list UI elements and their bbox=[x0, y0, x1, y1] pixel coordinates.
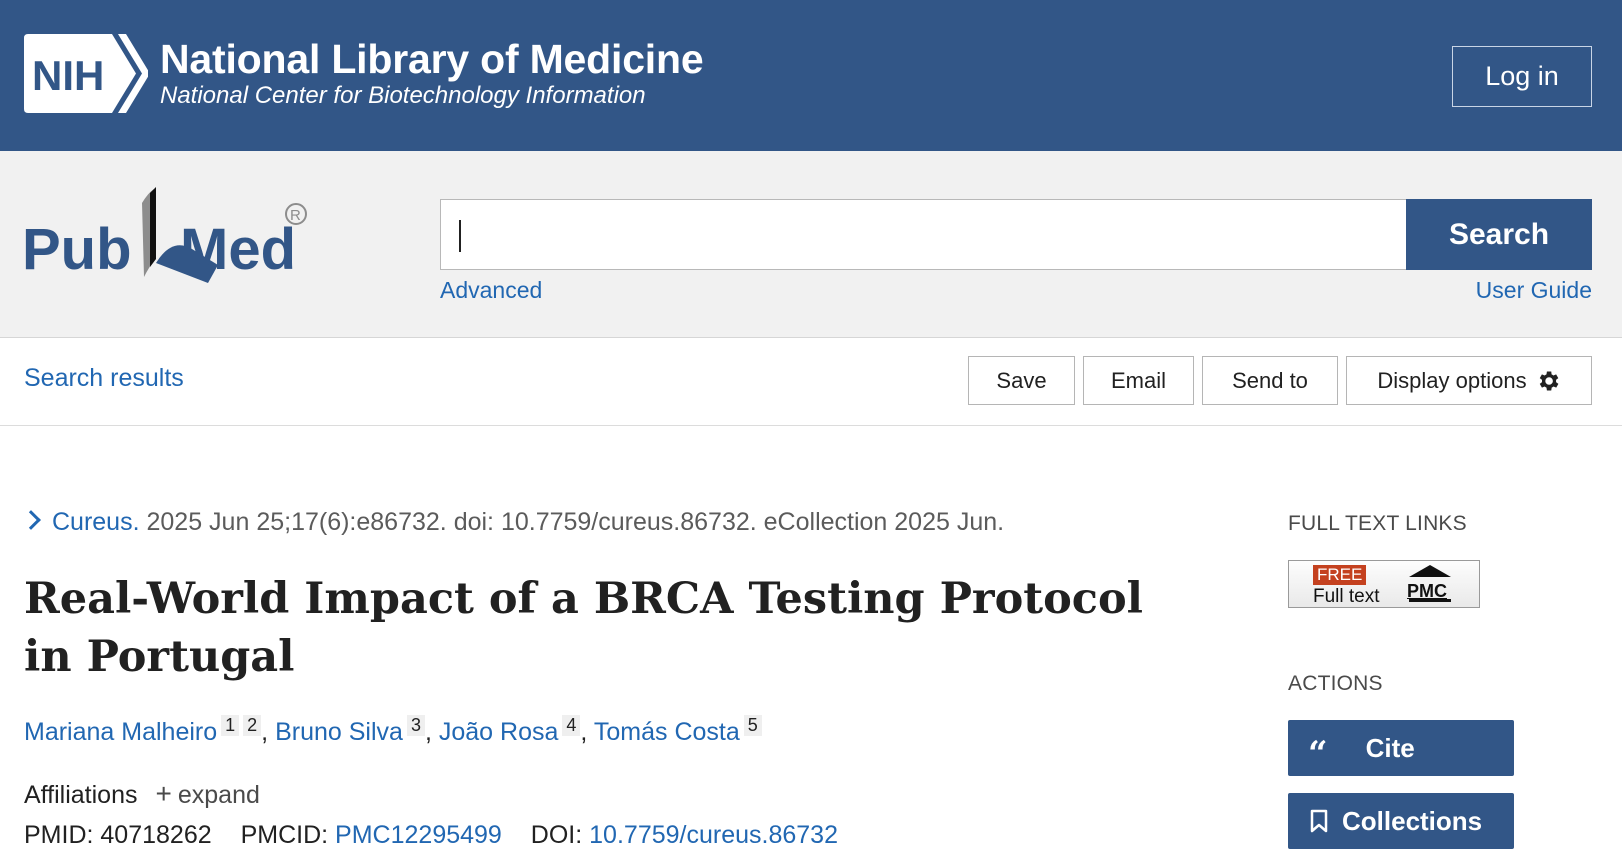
pmcid-link[interactable]: PMC12295499 bbox=[335, 821, 502, 849]
advanced-search-link[interactable]: Advanced bbox=[440, 277, 542, 304]
identifiers-row: PMID: 40718262 PMCID: PMC12295499 DOI: 1… bbox=[24, 821, 838, 850]
affiliation-ref[interactable]: 2 bbox=[243, 715, 262, 736]
text-caret bbox=[459, 220, 461, 252]
email-button[interactable]: Email bbox=[1083, 356, 1194, 405]
author-link[interactable]: Mariana Malheiro bbox=[24, 718, 217, 746]
affiliation-ref[interactable]: 4 bbox=[562, 715, 581, 736]
affiliation-ref[interactable]: 3 bbox=[406, 715, 425, 736]
doi-label: DOI: bbox=[530, 821, 583, 849]
pubmed-logo[interactable]: Pub Med R bbox=[22, 187, 317, 291]
save-button[interactable]: Save bbox=[968, 356, 1075, 405]
affiliations-row: Affiliations + expand bbox=[24, 778, 260, 810]
chevron-right-icon[interactable] bbox=[21, 510, 41, 530]
pmc-full-text-link[interactable]: FREE Full text PMC bbox=[1288, 560, 1480, 608]
free-tag: FREE bbox=[1313, 565, 1367, 585]
doi-link[interactable]: 10.7759/cureus.86732 bbox=[589, 821, 838, 849]
bookmark-icon bbox=[1310, 809, 1328, 833]
ncbi-subtitle[interactable]: National Center for Biotechnology Inform… bbox=[160, 82, 646, 110]
display-options-label: Display options bbox=[1377, 367, 1527, 393]
plus-icon[interactable]: + bbox=[156, 778, 172, 809]
search-input[interactable] bbox=[440, 199, 1406, 270]
journal-link[interactable]: Cureus. bbox=[52, 508, 140, 536]
login-button[interactable]: Log in bbox=[1452, 46, 1592, 107]
nlm-title[interactable]: National Library of Medicine bbox=[160, 36, 704, 83]
pmid-label: PMID: bbox=[24, 821, 94, 849]
svg-text:Med: Med bbox=[180, 217, 296, 282]
full-text-links-heading: FULL TEXT LINKS bbox=[1288, 512, 1467, 535]
citation-details: 2025 Jun 25;17(6):e86732. doi: 10.7759/c… bbox=[146, 508, 1005, 536]
actions-heading: ACTIONS bbox=[1288, 672, 1383, 695]
author-list: Mariana Malheiro 1 2, Bruno Silva 3, João R… bbox=[24, 715, 762, 747]
author-link[interactable]: João Rosa bbox=[439, 718, 559, 746]
cite-label: Cite bbox=[1365, 732, 1415, 763]
author-link[interactable]: Bruno Silva bbox=[275, 718, 403, 746]
send-to-button[interactable]: Send to bbox=[1202, 356, 1338, 405]
author-link[interactable]: Tomás Costa bbox=[594, 718, 740, 746]
affiliation-ref[interactable]: 1 bbox=[221, 715, 240, 736]
affiliation-ref[interactable]: 5 bbox=[743, 715, 762, 736]
article-title: Real-World Impact of a BRCA Testing Prot… bbox=[24, 574, 1143, 682]
nih-header: NIH National Library of Medicine Nationa… bbox=[0, 0, 1622, 151]
display-options-button[interactable]: Display options bbox=[1346, 356, 1592, 405]
gear-icon bbox=[1539, 370, 1558, 391]
quote-icon: “ bbox=[1308, 734, 1328, 774]
svg-text:Pub: Pub bbox=[22, 217, 132, 282]
nih-logo[interactable]: NIH bbox=[24, 34, 148, 113]
pmcid-label: PMCID: bbox=[240, 821, 329, 849]
expand-affiliations-button[interactable]: expand bbox=[178, 781, 260, 809]
search-results-link[interactable]: Search results bbox=[24, 364, 184, 393]
collections-label: Collections bbox=[1342, 805, 1483, 836]
full-text-label: Full text bbox=[1313, 586, 1380, 607]
svg-text:R: R bbox=[290, 207, 301, 224]
collections-button[interactable]: Collections bbox=[1288, 793, 1514, 849]
pmid-value: 40718262 bbox=[100, 821, 212, 849]
cite-button[interactable]: “ Cite bbox=[1288, 720, 1514, 776]
pmc-label: PMC bbox=[1407, 581, 1447, 601]
citation-line: Cureus. 2025 Jun 25;17(6):e86732. doi: 1… bbox=[21, 508, 1005, 537]
search-band: Pub Med R Search Advanced User Guide bbox=[0, 151, 1622, 338]
svg-text:NIH: NIH bbox=[32, 52, 104, 99]
results-toolbar: Search results Save Email Send to Displa… bbox=[0, 338, 1622, 426]
affiliations-label: Affiliations bbox=[24, 781, 138, 809]
user-guide-link[interactable]: User Guide bbox=[1476, 277, 1592, 304]
search-button[interactable]: Search bbox=[1406, 199, 1592, 270]
